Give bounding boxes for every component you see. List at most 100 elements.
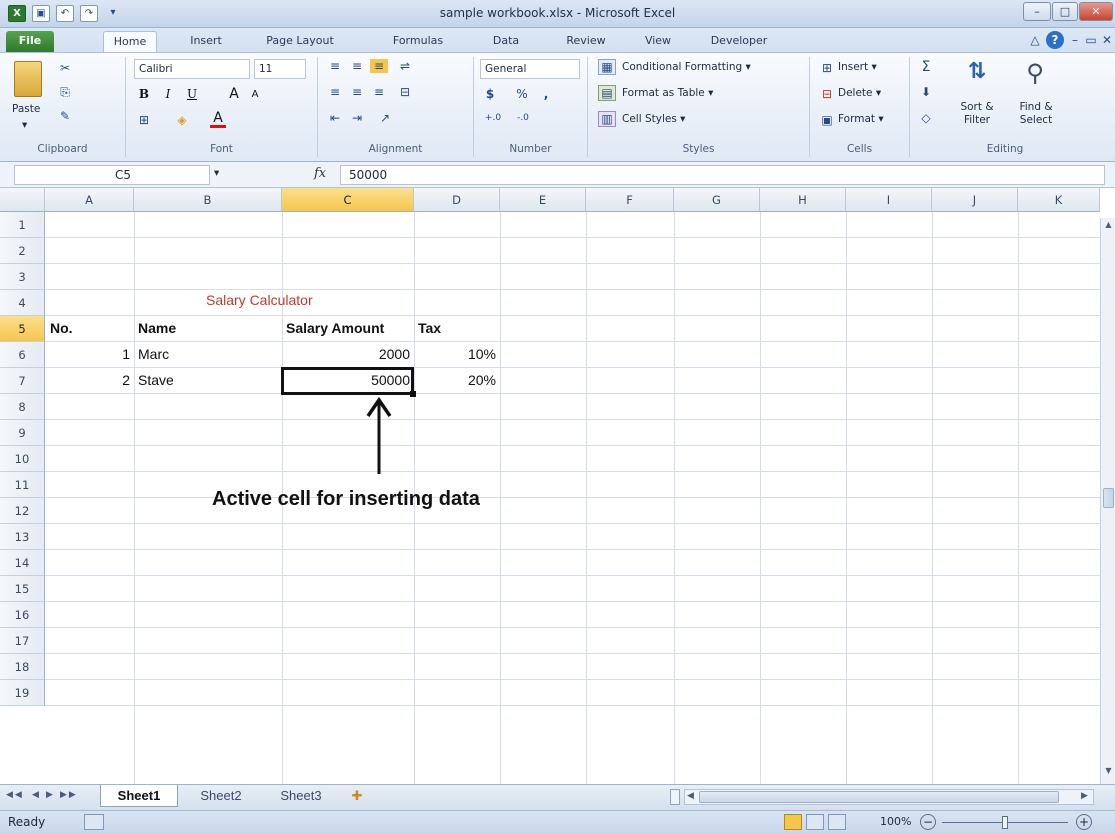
row-header-8[interactable]: 8 bbox=[0, 394, 45, 420]
column-header-d[interactable]: D bbox=[414, 188, 500, 212]
cell-d4[interactable]: 10% bbox=[414, 346, 496, 362]
wrap-text-icon[interactable]: ⇌ bbox=[396, 59, 414, 73]
header-cell-salary[interactable]: Salary Amount bbox=[286, 320, 384, 336]
sort-filter-button[interactable]: Sort & Filter bbox=[954, 101, 1000, 127]
select-all-corner[interactable] bbox=[0, 188, 45, 212]
align-right-icon[interactable]: ≡ bbox=[370, 85, 388, 99]
cell-styles-button[interactable]: Cell Styles ▾ bbox=[622, 113, 685, 125]
shrink-font-icon[interactable]: A bbox=[248, 89, 262, 100]
horizontal-scrollbar[interactable]: ◀ ▶ bbox=[684, 789, 1094, 805]
zoom-out-button[interactable]: − bbox=[920, 814, 936, 830]
format-painter-icon[interactable]: ✎ bbox=[56, 109, 74, 123]
column-header-i[interactable]: I bbox=[846, 188, 932, 212]
insert-function-icon[interactable]: fx bbox=[314, 166, 326, 181]
scroll-down-icon[interactable]: ▼ bbox=[1103, 766, 1114, 778]
horizontal-scroll-thumb[interactable] bbox=[699, 791, 1059, 803]
page-break-view-icon[interactable] bbox=[828, 814, 846, 830]
column-header-f[interactable]: F bbox=[586, 188, 674, 212]
tab-review[interactable]: Review bbox=[560, 31, 612, 52]
tab-formulas[interactable]: Formulas bbox=[384, 31, 452, 52]
row-header-15[interactable]: 15 bbox=[0, 576, 45, 602]
tab-split-handle[interactable] bbox=[670, 789, 680, 805]
paste-button[interactable]: Paste ▾ bbox=[8, 59, 48, 143]
tab-file[interactable]: File bbox=[6, 31, 54, 52]
underline-icon[interactable]: U bbox=[184, 87, 200, 101]
row-header-3[interactable]: 3 bbox=[0, 264, 45, 290]
column-header-h[interactable]: H bbox=[760, 188, 846, 212]
cell-a5[interactable]: 2 bbox=[45, 372, 130, 388]
row-header-18[interactable]: 18 bbox=[0, 654, 45, 680]
workbook-close-icon[interactable]: ✕ bbox=[1100, 33, 1114, 47]
column-header-k[interactable]: K bbox=[1018, 188, 1100, 212]
align-top-icon[interactable]: ≡ bbox=[326, 59, 344, 73]
tab-data[interactable]: Data bbox=[486, 31, 526, 52]
row-header-2[interactable]: 2 bbox=[0, 238, 45, 264]
minimize-button[interactable]: – bbox=[1023, 2, 1051, 21]
tab-developer[interactable]: Developer bbox=[705, 31, 773, 52]
cut-icon[interactable]: ✂ bbox=[56, 61, 74, 75]
vertical-scrollbar[interactable]: ▲ ▼ bbox=[1100, 218, 1115, 784]
sheet-title-cell[interactable]: Salary Calculator bbox=[206, 292, 313, 308]
insert-worksheet-icon[interactable]: ✚ bbox=[342, 785, 372, 807]
row-header-10[interactable]: 10 bbox=[0, 446, 45, 472]
row-header-7[interactable]: 7 bbox=[0, 368, 45, 394]
tab-insert[interactable]: Insert bbox=[183, 31, 229, 52]
row-header-17[interactable]: 17 bbox=[0, 628, 45, 654]
copy-icon[interactable]: ⎘ bbox=[56, 85, 74, 100]
find-select-button[interactable]: Find & Select bbox=[1010, 101, 1062, 127]
decrease-indent-icon[interactable]: ⇤ bbox=[326, 111, 344, 125]
column-header-g[interactable]: G bbox=[674, 188, 760, 212]
formula-input[interactable]: 50000 bbox=[340, 165, 1105, 185]
percent-icon[interactable]: % bbox=[514, 87, 530, 101]
row-header-5[interactable]: 5 bbox=[0, 316, 45, 342]
cell-d5[interactable]: 20% bbox=[414, 372, 496, 388]
zoom-slider-thumb[interactable] bbox=[1002, 816, 1008, 829]
align-left-icon[interactable]: ≡ bbox=[326, 85, 344, 99]
zoom-in-button[interactable]: + bbox=[1076, 814, 1092, 830]
row-header-12[interactable]: 12 bbox=[0, 498, 45, 524]
align-bottom-icon[interactable]: ≡ bbox=[370, 59, 388, 73]
sheet-tab-sheet1[interactable]: Sheet1 bbox=[100, 785, 178, 807]
scroll-right-icon[interactable]: ▶ bbox=[1081, 791, 1088, 801]
row-header-9[interactable]: 9 bbox=[0, 420, 45, 446]
name-box-dropdown-icon[interactable]: ▾ bbox=[214, 167, 219, 179]
row-header-13[interactable]: 13 bbox=[0, 524, 45, 550]
name-box[interactable]: C5 bbox=[14, 165, 210, 185]
font-size-select[interactable]: 11 bbox=[254, 59, 306, 79]
row-header-19[interactable]: 19 bbox=[0, 680, 45, 706]
zoom-level[interactable]: 100% bbox=[880, 815, 911, 828]
align-center-icon[interactable]: ≡ bbox=[348, 85, 366, 99]
font-name-select[interactable]: Calibri bbox=[134, 59, 250, 79]
bold-icon[interactable]: B bbox=[136, 87, 152, 101]
sheet-nav-first-icon[interactable]: ◀◀ bbox=[6, 790, 24, 800]
align-middle-icon[interactable]: ≡ bbox=[348, 59, 366, 73]
header-cell-tax[interactable]: Tax bbox=[418, 320, 441, 336]
currency-icon[interactable]: $ bbox=[482, 87, 498, 101]
workbook-restore-icon[interactable]: ▭ bbox=[1084, 33, 1098, 47]
scroll-up-icon[interactable]: ▲ bbox=[1103, 220, 1114, 232]
sheet-nav-last-icon[interactable]: ▶▶ bbox=[60, 790, 78, 800]
row-header-14[interactable]: 14 bbox=[0, 550, 45, 576]
comma-icon[interactable]: , bbox=[538, 87, 554, 101]
grow-font-icon[interactable]: A bbox=[226, 86, 242, 102]
decrease-decimal-icon[interactable]: -.0 bbox=[510, 113, 536, 123]
page-layout-view-icon[interactable] bbox=[806, 814, 824, 830]
column-header-e[interactable]: E bbox=[500, 188, 586, 212]
column-header-c[interactable]: C bbox=[282, 188, 414, 212]
tab-page-layout[interactable]: Page Layout bbox=[260, 31, 340, 52]
workbook-minimize-icon[interactable]: – bbox=[1068, 33, 1082, 47]
macro-record-icon[interactable] bbox=[84, 814, 104, 830]
row-header-11[interactable]: 11 bbox=[0, 472, 45, 498]
column-header-a[interactable]: A bbox=[45, 188, 134, 212]
maximize-button[interactable]: □ bbox=[1052, 2, 1078, 21]
insert-cells-button[interactable]: Insert ▾ bbox=[838, 61, 877, 73]
number-format-select[interactable]: General bbox=[480, 59, 580, 79]
cell-b5[interactable]: Stave bbox=[138, 372, 174, 388]
sheet-nav-prev-icon[interactable]: ◀ bbox=[32, 790, 39, 800]
help-icon[interactable]: ? bbox=[1046, 31, 1064, 49]
sheet-tab-sheet3[interactable]: Sheet3 bbox=[266, 785, 336, 807]
cell-c4[interactable]: 2000 bbox=[282, 346, 410, 362]
column-header-j[interactable]: J bbox=[932, 188, 1018, 212]
conditional-formatting-button[interactable]: Conditional Formatting ▾ bbox=[622, 61, 751, 73]
font-color-icon[interactable]: A bbox=[210, 111, 226, 128]
